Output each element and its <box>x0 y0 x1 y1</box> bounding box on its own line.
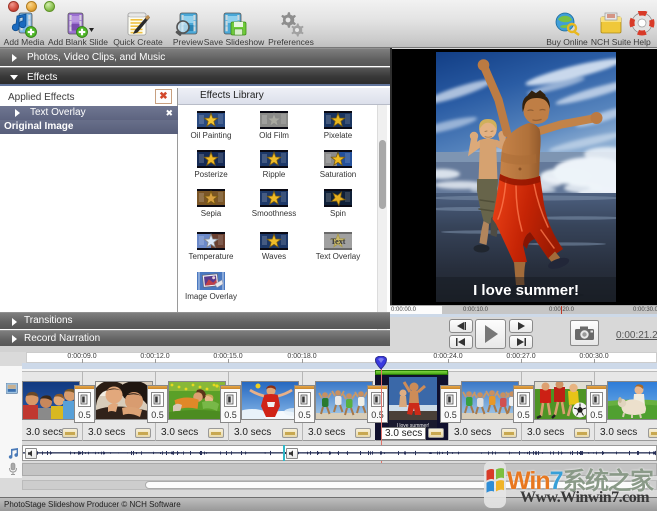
svg-text:I love summer!: I love summer! <box>473 282 579 299</box>
svg-text:Text: Text <box>331 237 346 246</box>
